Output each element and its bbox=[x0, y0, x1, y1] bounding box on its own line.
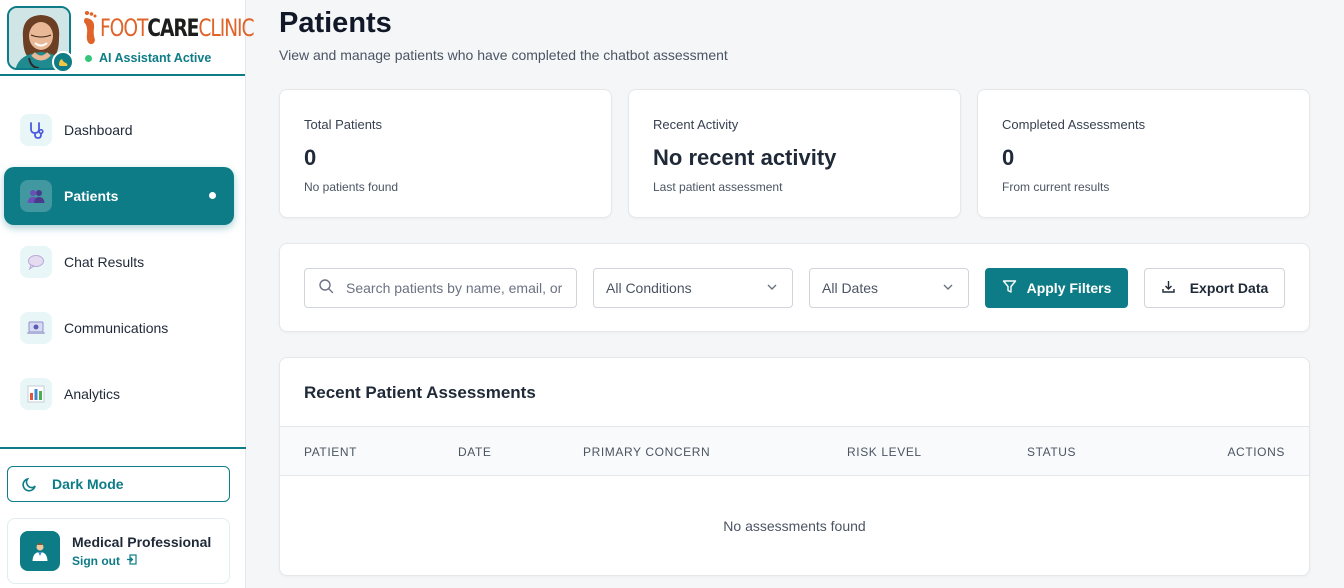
profile-name: Medical Professional bbox=[72, 534, 212, 550]
chat-bubble-icon bbox=[20, 246, 52, 278]
stat-card-completed-assessments: Completed Assessments 0 From current res… bbox=[977, 89, 1310, 218]
doctor-avatar-icon bbox=[20, 531, 60, 571]
logo-foot-text: FOOT bbox=[100, 14, 148, 42]
stat-note: From current results bbox=[1002, 180, 1110, 194]
footprint-icon bbox=[84, 11, 97, 45]
column-header-patient: PATIENT bbox=[304, 445, 358, 459]
logo-clinic-text: CLINIC bbox=[198, 14, 254, 42]
stat-value: No recent activity bbox=[653, 145, 837, 170]
stat-value: 0 bbox=[1002, 145, 1015, 170]
active-indicator-dot bbox=[209, 192, 216, 199]
ai-status: AI Assistant Active bbox=[85, 51, 211, 65]
sign-out-label: Sign out bbox=[72, 554, 120, 568]
apply-filters-button[interactable]: Apply Filters bbox=[985, 268, 1128, 308]
sidebar-item-patients[interactable]: Patients bbox=[4, 167, 234, 225]
condition-select[interactable]: All Conditions bbox=[593, 268, 793, 308]
date-select-value: All Dates bbox=[822, 280, 879, 296]
apply-filters-label: Apply Filters bbox=[1026, 280, 1112, 296]
sidebar-item-analytics[interactable]: Analytics bbox=[4, 365, 234, 423]
sign-out-icon bbox=[126, 554, 137, 568]
table-title: Recent Patient Assessments bbox=[304, 383, 536, 402]
column-header-actions: ACTIONS bbox=[1227, 445, 1285, 459]
download-icon bbox=[1161, 279, 1176, 297]
dark-mode-toggle[interactable]: Dark Mode bbox=[7, 466, 230, 502]
stat-label: Recent Activity bbox=[653, 117, 739, 132]
stethoscope-icon bbox=[20, 114, 52, 146]
sidebar: FOOTCARECLINIC AI Assistant Active Dashb… bbox=[0, 0, 255, 588]
export-data-button[interactable]: Export Data bbox=[1144, 268, 1285, 308]
sidebar-item-label: Communications bbox=[64, 320, 169, 336]
sidebar-item-label: Dashboard bbox=[64, 122, 133, 138]
foot-badge-icon bbox=[52, 51, 74, 73]
ai-status-label: AI Assistant Active bbox=[99, 51, 212, 65]
empty-state-message: No assessments found bbox=[723, 518, 866, 534]
stat-label: Completed Assessments bbox=[1002, 117, 1146, 132]
stat-note: Last patient assessment bbox=[653, 180, 783, 194]
stat-value: 0 bbox=[304, 145, 317, 170]
user-profile: Medical Professional Sign out bbox=[7, 518, 230, 584]
page-title: Patients bbox=[279, 7, 392, 39]
logo-care-text: CARE bbox=[147, 14, 199, 42]
sidebar-item-communications[interactable]: Communications bbox=[4, 299, 234, 357]
filter-icon bbox=[1002, 279, 1017, 297]
assessments-table-card: Recent Patient Assessments PATIENT DATE … bbox=[279, 357, 1310, 576]
stat-card-recent-activity: Recent Activity No recent activity Last … bbox=[628, 89, 961, 218]
date-select[interactable]: All Dates bbox=[809, 268, 969, 308]
page-subtitle: View and manage patients who have comple… bbox=[279, 47, 728, 63]
search-icon bbox=[318, 278, 334, 299]
sidebar-footer: Dark Mode Medical Professional Sign out bbox=[0, 447, 246, 584]
stat-note: No patients found bbox=[304, 180, 399, 194]
sign-out-link[interactable]: Sign out bbox=[72, 554, 211, 568]
status-dot-icon bbox=[85, 54, 92, 62]
sidebar-item-label: Chat Results bbox=[64, 254, 145, 270]
sidebar-item-chat-results[interactable]: Chat Results bbox=[4, 233, 234, 291]
stat-label: Total Patients bbox=[304, 117, 383, 132]
sidebar-item-label: Analytics bbox=[64, 386, 121, 402]
chevron-down-icon bbox=[942, 280, 954, 296]
moon-icon bbox=[22, 476, 38, 492]
chevron-down-icon bbox=[766, 280, 778, 296]
condition-select-value: All Conditions bbox=[606, 280, 692, 296]
search-box bbox=[304, 268, 577, 308]
sidebar-item-label: Patients bbox=[64, 188, 119, 204]
laptop-icon bbox=[20, 312, 52, 344]
export-data-label: Export Data bbox=[1189, 280, 1269, 296]
filter-bar: All Conditions All Dates Apply Filters E… bbox=[279, 243, 1310, 332]
stat-card-total-patients: Total Patients 0 No patients found bbox=[279, 89, 612, 218]
main-content: Patients View and manage patients who ha… bbox=[247, 0, 1344, 588]
column-header-status: STATUS bbox=[1027, 445, 1077, 459]
brand-header: FOOTCARECLINIC AI Assistant Active bbox=[0, 0, 255, 76]
bar-chart-icon bbox=[20, 378, 52, 410]
column-header-primary-concern: PRIMARY CONCERN bbox=[583, 445, 711, 459]
column-header-risk-level: RISK LEVEL bbox=[847, 445, 922, 459]
users-icon bbox=[20, 180, 52, 212]
column-header-date: DATE bbox=[458, 445, 492, 459]
search-input[interactable] bbox=[346, 280, 566, 296]
sidebar-item-dashboard[interactable]: Dashboard bbox=[4, 101, 234, 159]
table-header: PATIENT DATE PRIMARY CONCERN RISK LEVEL … bbox=[280, 426, 1309, 476]
dark-mode-label: Dark Mode bbox=[52, 476, 124, 492]
